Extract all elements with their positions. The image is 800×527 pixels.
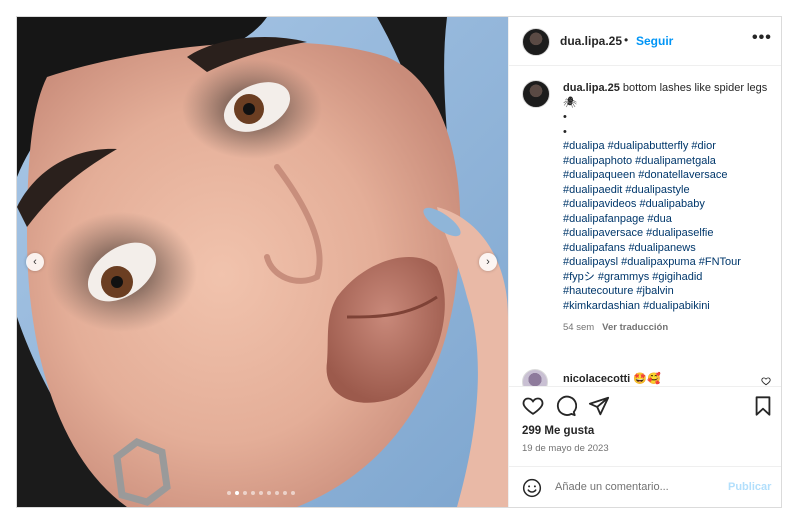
carousel-prev-button[interactable]: ‹: [26, 253, 44, 271]
hashtag-line[interactable]: #dualipaedit #dualipastyle: [563, 183, 768, 198]
carousel-dot: [235, 491, 239, 495]
caption: dua.lipa.25 bottom lashes like spider le…: [563, 81, 768, 336]
hashtag-line[interactable]: #dualipa #dualipabutterfly #dior: [563, 139, 768, 154]
hashtag-line[interactable]: #dualipaqueen #donatellaversace: [563, 168, 768, 183]
carousel-dot: [259, 491, 263, 495]
emoji-icon[interactable]: [522, 478, 542, 498]
carousel-dot: [267, 491, 271, 495]
bookmark-icon[interactable]: [752, 395, 774, 417]
chevron-left-icon: ‹: [33, 256, 37, 268]
commenter-avatar[interactable]: [522, 369, 548, 386]
see-translation-link[interactable]: Ver traducción: [602, 322, 668, 333]
follow-button[interactable]: Seguir: [636, 34, 673, 48]
hashtag-line[interactable]: #dualipafanpage #dua: [563, 212, 768, 227]
carousel-dot: [275, 491, 279, 495]
carousel-indicator: [227, 491, 295, 495]
hashtag-line[interactable]: #dualipaversace #dualipaselfie: [563, 226, 768, 241]
post-date[interactable]: 19 de mayo de 2023: [522, 443, 609, 454]
more-options-icon[interactable]: •••: [752, 29, 772, 47]
comment-body: nicolacecotti 🤩🥰: [563, 372, 661, 385]
hashtag-line[interactable]: #dualipavideos #dualipababy: [563, 197, 768, 212]
header-separator: •: [624, 33, 629, 47]
heart-outline-icon[interactable]: [761, 376, 771, 386]
hashtag-line[interactable]: #kimkardashian #dualipabikini: [563, 299, 768, 314]
hashtag-line[interactable]: #fypシ #grammys #gigihadid: [563, 270, 768, 285]
carousel-dot: [227, 491, 231, 495]
selfie-photo: [17, 17, 508, 507]
hashtag-line[interactable]: #hautecouture #jbalvin: [563, 284, 768, 299]
hashtag-line[interactable]: #dualipaphoto #dualipametgala: [563, 154, 768, 169]
post-modal: ‹ › dua.lipa.25 • Seguir ••• dua.lipa.25…: [16, 16, 782, 508]
add-comment-bar: Publicar: [509, 466, 781, 507]
publish-comment-button[interactable]: Publicar: [728, 481, 771, 493]
caption-username[interactable]: dua.lipa.25: [563, 82, 620, 94]
carousel-dot: [283, 491, 287, 495]
post-details-panel: dua.lipa.25 • Seguir ••• dua.lipa.25 bot…: [508, 17, 781, 507]
action-bar: [509, 386, 781, 427]
caption-avatar[interactable]: [522, 80, 550, 108]
comment-text: 🤩🥰: [633, 373, 661, 385]
caption-bullet: •: [563, 125, 567, 138]
author-username[interactable]: dua.lipa.25: [560, 34, 622, 48]
author-avatar[interactable]: [522, 28, 550, 56]
likes-count[interactable]: 299 Me gusta: [522, 425, 594, 437]
carousel-dot: [291, 491, 295, 495]
comment-bubble-icon[interactable]: [555, 395, 578, 417]
share-paper-plane-icon[interactable]: [588, 395, 610, 417]
caption-meta: 54 sem Ver traducción: [563, 321, 768, 336]
carousel-dot: [251, 491, 255, 495]
chevron-right-icon: ›: [486, 256, 490, 268]
hashtag-line[interactable]: #dualipafans #dualipanews: [563, 241, 768, 256]
caption-bullet: •: [563, 111, 567, 123]
commenter-username[interactable]: nicolacecotti: [563, 373, 630, 385]
comment-item: nicolacecotti 🤩🥰: [509, 369, 781, 386]
post-header: dua.lipa.25 • Seguir •••: [509, 17, 781, 66]
like-heart-icon[interactable]: [522, 395, 544, 417]
carousel-dot: [243, 491, 247, 495]
hashtag-line[interactable]: #dualipaysl #dualipaxpuma #FNTour: [563, 255, 768, 270]
post-image[interactable]: ‹ ›: [17, 17, 508, 507]
carousel-next-button[interactable]: ›: [479, 253, 497, 271]
caption-age: 54 sem: [563, 322, 595, 333]
add-comment-input[interactable]: [555, 477, 725, 497]
comments-section[interactable]: dua.lipa.25 bottom lashes like spider le…: [509, 66, 781, 386]
